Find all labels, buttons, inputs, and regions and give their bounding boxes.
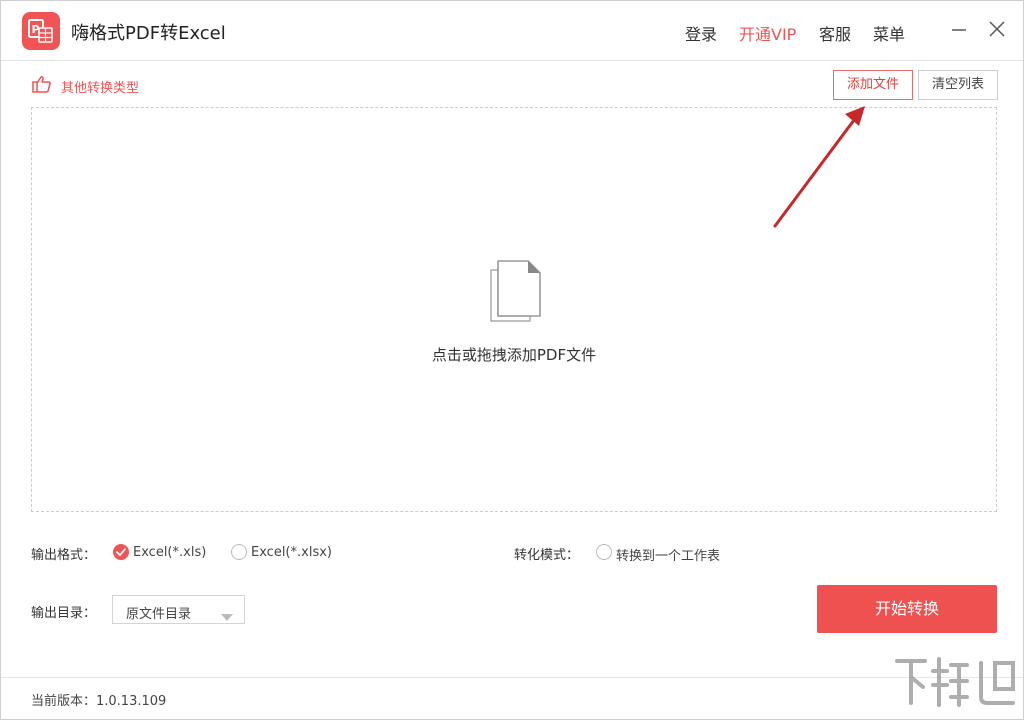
status-footer: 当前版本：1.0.13.109 [1,677,1023,719]
menu-link[interactable]: 菜单 [873,21,905,45]
radio-xlsx[interactable] [231,544,247,560]
convert-mode-option[interactable]: 转换到一个工作表 [616,545,720,564]
caret-down-icon [221,607,233,621]
title-bar: P 嗨格式PDF转Excel 登录 开通VIP 客服 菜单 [1,1,1023,61]
drop-hint-text: 点击或拖拽添加PDF文件 [431,346,597,364]
version-text: 当前版本：1.0.13.109 [31,694,167,709]
format-option-xlsx[interactable]: Excel(*.xlsx) [251,545,332,560]
clear-list-button[interactable]: 清空列表 [918,70,998,100]
start-convert-button[interactable]: 开始转换 [817,585,997,633]
output-dir-label: 输出目录： [31,606,97,621]
annotation-arrow-icon [773,106,865,228]
app-window: P 嗨格式PDF转Excel 登录 开通VIP 客服 菜单 其他转换类型 添加文… [0,0,1024,720]
login-link[interactable]: 登录 [685,21,717,45]
document-stack-icon [488,258,544,324]
output-format-label: 输出格式： [31,548,97,563]
output-dir-value: 原文件目录 [126,607,192,622]
minimize-icon[interactable] [949,19,969,39]
format-option-xls[interactable]: Excel(*.xls) [133,545,206,560]
close-icon[interactable] [987,19,1007,39]
vip-link[interactable]: 开通VIP [739,21,796,45]
convert-mode-label: 转化模式： [514,548,580,563]
check-circle-icon[interactable] [113,544,129,560]
customer-service-link[interactable]: 客服 [819,21,851,45]
top-nav: 登录 开通VIP 客服 菜单 [1,21,1023,45]
output-dir-select[interactable]: 原文件目录 [112,595,245,624]
watermark-logo-icon [895,657,1015,707]
other-conversion-types-label: 其他转换类型 [61,81,140,96]
radio-single-sheet[interactable] [596,544,612,560]
thumbs-pointing-hand-icon [31,75,51,93]
